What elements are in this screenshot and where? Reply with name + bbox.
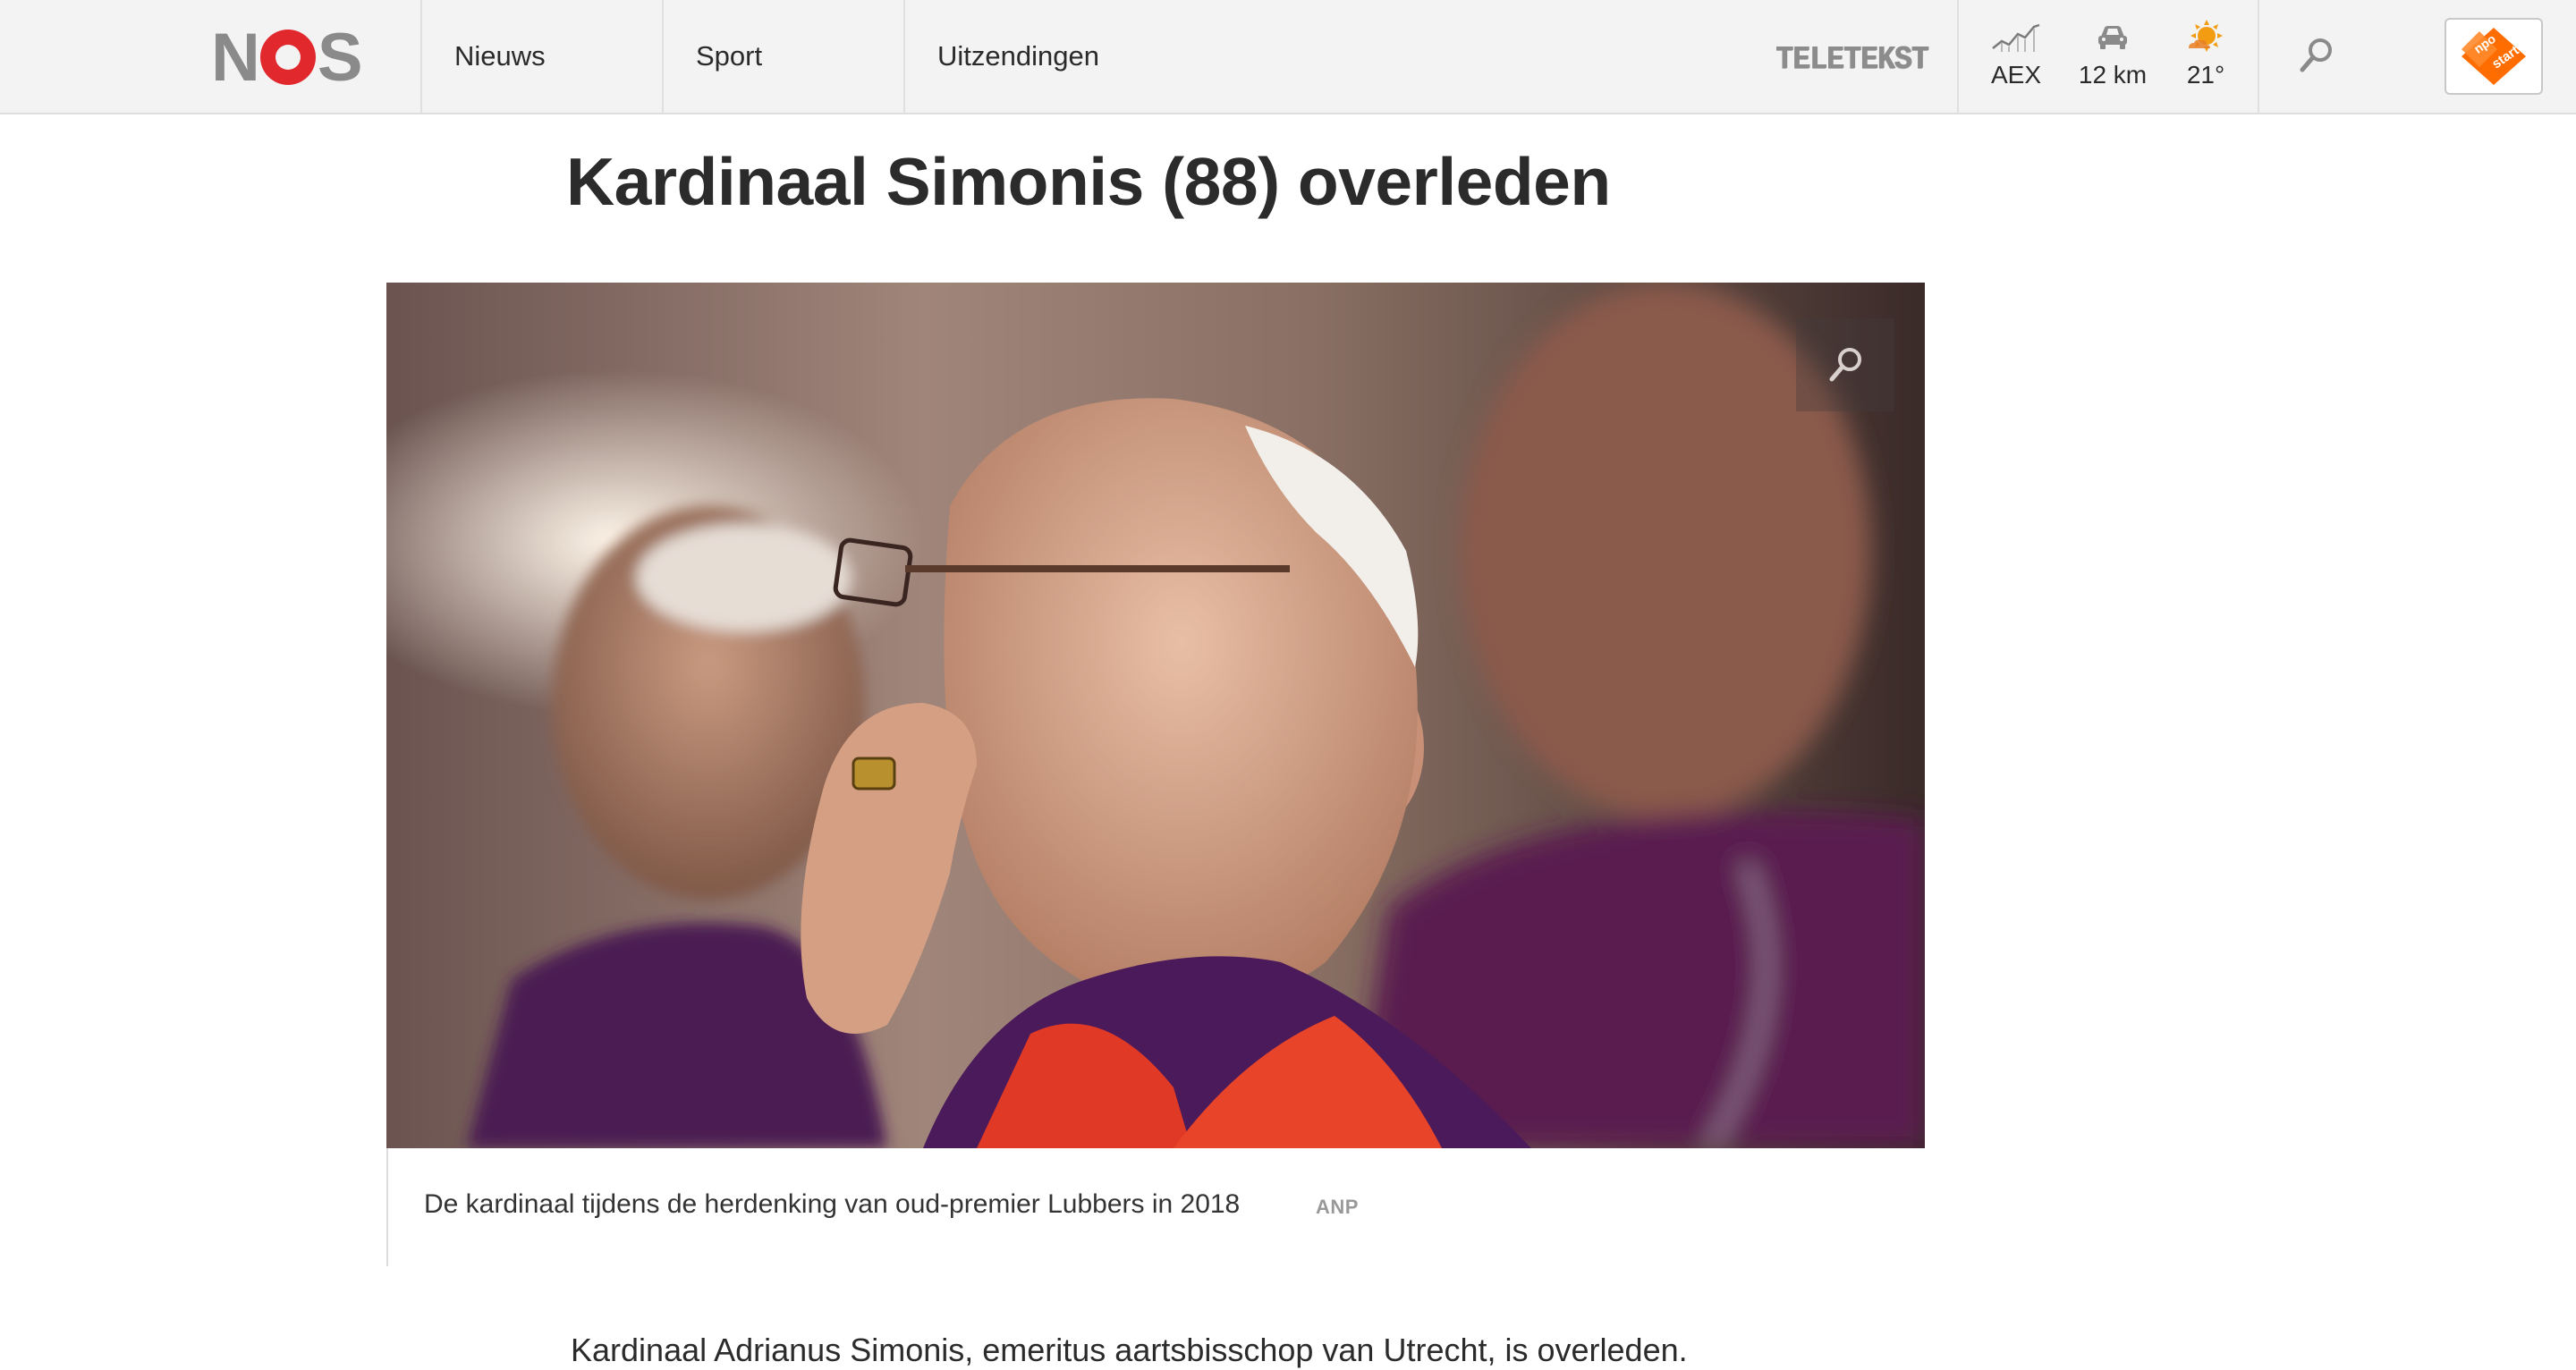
npo-start-icon: npo start <box>2462 28 2526 85</box>
traffic-label: 12 km <box>2078 61 2148 89</box>
cardinals-photo <box>386 283 1925 1148</box>
article-title: Kardinaal Simonis (88) overleden <box>566 144 1611 219</box>
nav-item-sport[interactable]: Sport <box>696 0 762 113</box>
car-icon <box>2096 18 2130 57</box>
nav-divider <box>903 0 905 113</box>
aex-label: AEX <box>1990 61 2042 89</box>
nav-item-nieuws[interactable]: Nieuws <box>454 0 546 113</box>
nav-divider <box>662 0 664 113</box>
weather-widget[interactable]: 21° <box>2165 18 2246 98</box>
search-button[interactable] <box>2295 34 2338 77</box>
sun-icon <box>2185 18 2226 57</box>
nav-divider <box>2258 0 2259 113</box>
chart-icon <box>1991 18 2041 57</box>
aex-widget[interactable]: AEX <box>1976 18 2056 98</box>
traffic-widget[interactable]: 12 km <box>2072 18 2153 98</box>
search-icon <box>2300 38 2332 72</box>
npo-start-button[interactable]: npo start <box>2445 18 2543 95</box>
site-header: NS Nieuws Sport Uitzendingen TELETEKST A… <box>0 0 2576 114</box>
nav-item-uitzendingen[interactable]: Uitzendingen <box>937 0 1099 113</box>
weather-label: 21° <box>2186 61 2225 89</box>
nav-divider <box>420 0 422 113</box>
teletekst-link[interactable]: TELETEKST <box>1775 41 1929 78</box>
image-zoom-button[interactable] <box>1796 318 1894 411</box>
article-image[interactable] <box>386 283 1925 1148</box>
nav-divider <box>1957 0 1959 113</box>
article-lead: Kardinaal Adrianus Simonis, emeritus aar… <box>571 1332 1688 1368</box>
zoom-icon <box>1829 348 1861 382</box>
logo-o-mark <box>259 30 316 85</box>
image-caption: De kardinaal tijdens de herdenking van o… <box>424 1189 1241 1219</box>
image-credit: ANP <box>1316 1196 1359 1218</box>
nos-logo[interactable]: NS <box>211 20 363 96</box>
